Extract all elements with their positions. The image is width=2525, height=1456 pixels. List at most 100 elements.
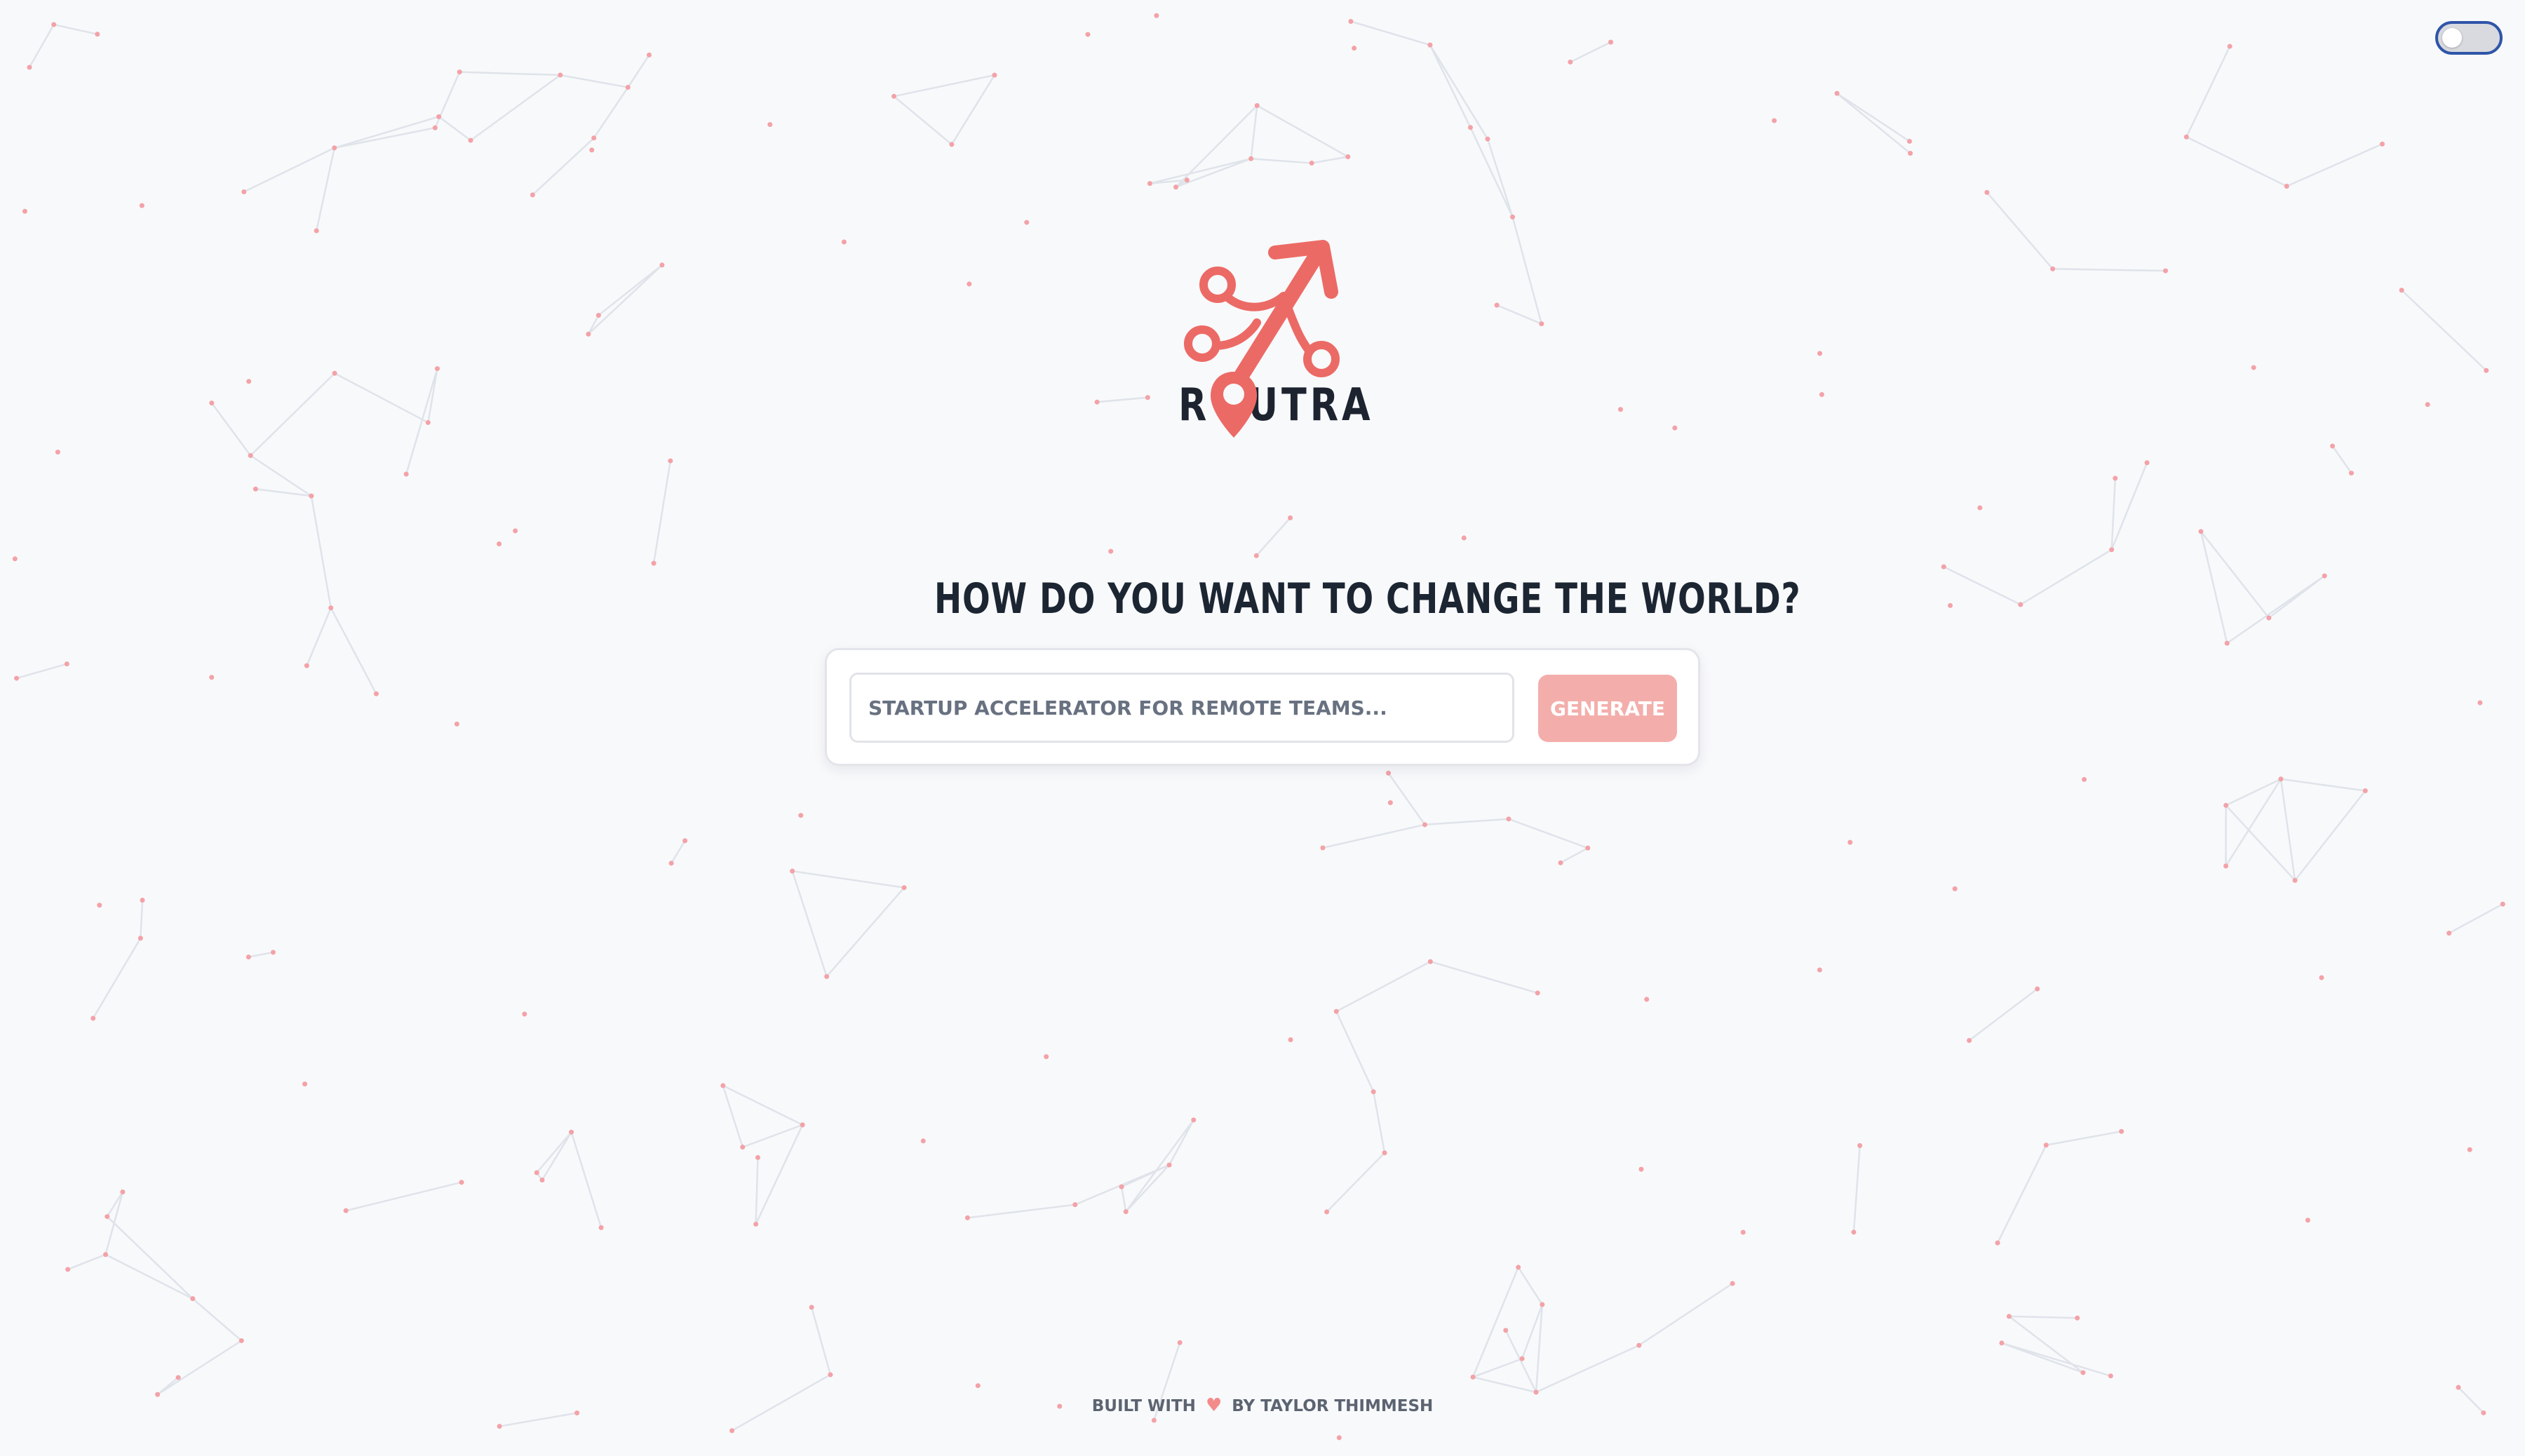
network-edge <box>310 495 332 608</box>
network-edge <box>53 23 98 35</box>
network-edge <box>248 951 274 958</box>
network-node <box>314 228 319 234</box>
network-edge <box>1429 960 1538 995</box>
network-node <box>2266 615 2272 621</box>
network-node <box>1817 351 1823 356</box>
network-node <box>1995 1240 2000 1246</box>
footer-prefix: BUILT WITH <box>1091 1397 1196 1415</box>
page-title: HOW DO YOU WANT TO CHANGE THE WORLD? <box>934 574 1801 623</box>
network-edge <box>2046 1130 2122 1146</box>
network-node <box>2018 602 2024 607</box>
network-node <box>434 366 440 372</box>
network-edge <box>499 1412 577 1427</box>
network-edge <box>334 116 439 149</box>
network-edge <box>2020 548 2113 606</box>
network-node <box>1608 39 1613 45</box>
network-node <box>1535 990 1540 996</box>
network-node <box>270 950 276 955</box>
network-edge <box>967 1204 1075 1219</box>
network-node <box>12 556 18 562</box>
network-node <box>1941 564 1946 569</box>
network-node <box>589 147 595 153</box>
network-node <box>1382 1150 1387 1156</box>
network-edge <box>1250 105 1258 159</box>
network-node <box>137 936 143 941</box>
network-node <box>140 898 145 903</box>
generate-button[interactable]: GENERATE <box>1538 675 1677 742</box>
network-edge <box>1472 1376 1537 1394</box>
network-node <box>2305 1218 2310 1223</box>
network-node <box>558 72 563 78</box>
network-node <box>1072 1202 1078 1208</box>
network-node <box>1333 1009 1339 1014</box>
page: R UTRA HOW DO YOU WANT TO CHANGE THE WORL… <box>0 0 2525 1456</box>
network-node <box>1539 321 1544 327</box>
network-edge <box>1372 1091 1386 1153</box>
network-edge <box>156 1377 179 1396</box>
network-node <box>2198 529 2204 534</box>
network-node <box>2006 1314 2012 1319</box>
network-node <box>209 675 215 680</box>
network-edge <box>1256 105 1349 158</box>
network-node <box>740 1145 746 1150</box>
network-edge <box>587 314 600 335</box>
network-edge <box>1125 1119 1194 1213</box>
network-node <box>574 1410 580 1416</box>
network-node <box>457 69 462 75</box>
network-edge <box>1986 191 2054 270</box>
network-node <box>1147 181 1152 187</box>
network-node <box>2292 877 2298 883</box>
network-node <box>755 1154 760 1160</box>
network-node <box>2082 776 2087 782</box>
network-node <box>1772 118 1777 123</box>
network-node <box>1461 535 1467 541</box>
network-edge <box>2110 478 2117 550</box>
network-node <box>497 1424 502 1429</box>
network-edge <box>92 938 142 1019</box>
theme-toggle[interactable] <box>2435 21 2503 55</box>
network-edge <box>330 607 377 694</box>
network-node <box>753 1221 759 1227</box>
network-edge <box>1326 1152 1385 1213</box>
idea-input[interactable] <box>849 673 1514 743</box>
network-edge <box>598 264 663 316</box>
network-node <box>403 471 409 477</box>
network-edge <box>1496 304 1542 325</box>
network-edge <box>1175 105 1258 188</box>
network-node <box>65 1267 71 1272</box>
network-node <box>2223 802 2229 808</box>
network-node <box>51 22 57 27</box>
network-node <box>1288 1037 1293 1043</box>
network-node <box>1177 1340 1183 1345</box>
network-node <box>468 137 473 143</box>
network-node <box>332 145 337 151</box>
network-node <box>1371 1089 1376 1095</box>
network-node <box>1108 548 1114 554</box>
network-node <box>647 52 652 58</box>
network-node <box>1585 845 1591 851</box>
network-edge <box>1335 961 1431 1013</box>
network-edge <box>826 887 905 978</box>
network-node <box>729 1428 735 1434</box>
network-edge <box>1322 823 1425 849</box>
network-edge <box>1836 93 1911 142</box>
network-node <box>798 813 804 818</box>
network-edge <box>1425 818 1509 826</box>
network-edge <box>28 24 55 68</box>
network-edge <box>156 1340 242 1396</box>
network-node <box>1999 1340 2005 1346</box>
network-node <box>1857 1142 1863 1148</box>
network-edge <box>893 95 952 145</box>
network-node <box>2284 183 2289 189</box>
network-edge <box>541 1131 572 1181</box>
network-node <box>97 903 102 908</box>
network-node <box>1173 184 1178 190</box>
network-edge <box>2009 1315 2078 1319</box>
network-node <box>1503 1328 1509 1333</box>
network-edge <box>2226 575 2325 645</box>
network-node <box>891 93 897 99</box>
network-edge <box>2225 804 2296 882</box>
network-node <box>586 331 591 337</box>
network-node <box>55 450 60 455</box>
network-node <box>920 1138 926 1144</box>
